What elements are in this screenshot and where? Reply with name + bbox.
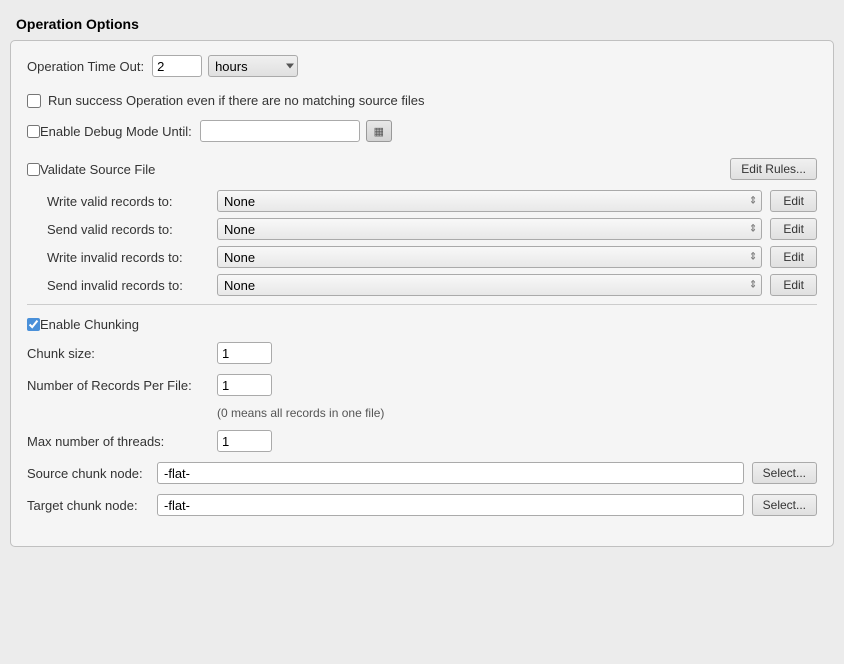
records-note: (0 means all records in one file): [217, 406, 817, 420]
write-valid-select-wrapper: None: [217, 190, 762, 212]
chunk-size-label: Chunk size:: [27, 346, 217, 361]
timeout-unit-select[interactable]: hours minutes seconds: [208, 55, 298, 77]
source-chunk-select-button[interactable]: Select...: [752, 462, 817, 484]
run-success-row: Run success Operation even if there are …: [27, 93, 817, 108]
send-invalid-select[interactable]: None: [217, 274, 762, 296]
section-title: Operation Options: [0, 10, 844, 40]
records-per-file-label: Number of Records Per File:: [27, 378, 217, 393]
send-invalid-edit-button[interactable]: Edit: [770, 274, 817, 296]
write-invalid-edit-button[interactable]: Edit: [770, 246, 817, 268]
write-invalid-row: Write invalid records to: None Edit: [47, 246, 817, 268]
source-chunk-input[interactable]: [157, 462, 744, 484]
debug-mode-label: Enable Debug Mode Until:: [40, 124, 192, 139]
write-invalid-select-wrapper: None: [217, 246, 762, 268]
chunking-fields: Chunk size: Number of Records Per File: …: [27, 342, 817, 516]
send-valid-edit-button[interactable]: Edit: [770, 218, 817, 240]
target-chunk-input[interactable]: [157, 494, 744, 516]
send-invalid-row: Send invalid records to: None Edit: [47, 274, 817, 296]
send-invalid-label: Send invalid records to:: [47, 278, 217, 293]
chunk-size-input[interactable]: [217, 342, 272, 364]
enable-chunking-checkbox[interactable]: [27, 318, 40, 331]
run-success-label: Run success Operation even if there are …: [48, 93, 424, 108]
write-valid-row: Write valid records to: None Edit: [47, 190, 817, 212]
divider: [27, 304, 817, 305]
panel: Operation Time Out: hours minutes second…: [10, 40, 834, 547]
max-threads-row: Max number of threads:: [27, 430, 817, 452]
send-valid-label: Send valid records to:: [47, 222, 217, 237]
run-success-checkbox[interactable]: [27, 94, 41, 108]
timeout-row: Operation Time Out: hours minutes second…: [27, 55, 817, 77]
page-container: Operation Options Operation Time Out: ho…: [0, 0, 844, 664]
source-chunk-row: Source chunk node: Select...: [27, 462, 817, 484]
max-threads-label: Max number of threads:: [27, 434, 217, 449]
send-valid-select-wrapper: None: [217, 218, 762, 240]
records-section: Write valid records to: None Edit Send v…: [47, 190, 817, 296]
debug-mode-row: Enable Debug Mode Until: ▦: [27, 120, 817, 142]
enable-chunking-label: Enable Chunking: [40, 317, 139, 332]
target-chunk-label: Target chunk node:: [27, 498, 157, 513]
write-valid-select[interactable]: None: [217, 190, 762, 212]
send-invalid-select-wrapper: None: [217, 274, 762, 296]
target-chunk-select-button[interactable]: Select...: [752, 494, 817, 516]
debug-date-input[interactable]: [200, 120, 360, 142]
enable-chunking-row: Enable Chunking: [27, 317, 817, 332]
target-chunk-row: Target chunk node: Select...: [27, 494, 817, 516]
timeout-input[interactable]: [152, 55, 202, 77]
validate-source-label: Validate Source File: [40, 162, 155, 177]
timeout-label: Operation Time Out:: [27, 59, 144, 74]
send-valid-select[interactable]: None: [217, 218, 762, 240]
edit-rules-button[interactable]: Edit Rules...: [730, 158, 817, 180]
write-valid-edit-button[interactable]: Edit: [770, 190, 817, 212]
validate-source-checkbox[interactable]: [27, 163, 40, 176]
calendar-button[interactable]: ▦: [366, 120, 392, 142]
write-valid-label: Write valid records to:: [47, 194, 217, 209]
records-per-file-input[interactable]: [217, 374, 272, 396]
debug-mode-checkbox[interactable]: [27, 125, 40, 138]
send-valid-row: Send valid records to: None Edit: [47, 218, 817, 240]
write-invalid-select[interactable]: None: [217, 246, 762, 268]
source-chunk-label: Source chunk node:: [27, 466, 157, 481]
max-threads-input[interactable]: [217, 430, 272, 452]
chunk-size-row: Chunk size:: [27, 342, 817, 364]
calendar-icon: ▦: [374, 125, 384, 138]
records-per-file-row: Number of Records Per File:: [27, 374, 817, 396]
timeout-unit-wrapper: hours minutes seconds: [208, 55, 298, 77]
write-invalid-label: Write invalid records to:: [47, 250, 217, 265]
validate-source-row: Validate Source File Edit Rules...: [27, 158, 817, 180]
